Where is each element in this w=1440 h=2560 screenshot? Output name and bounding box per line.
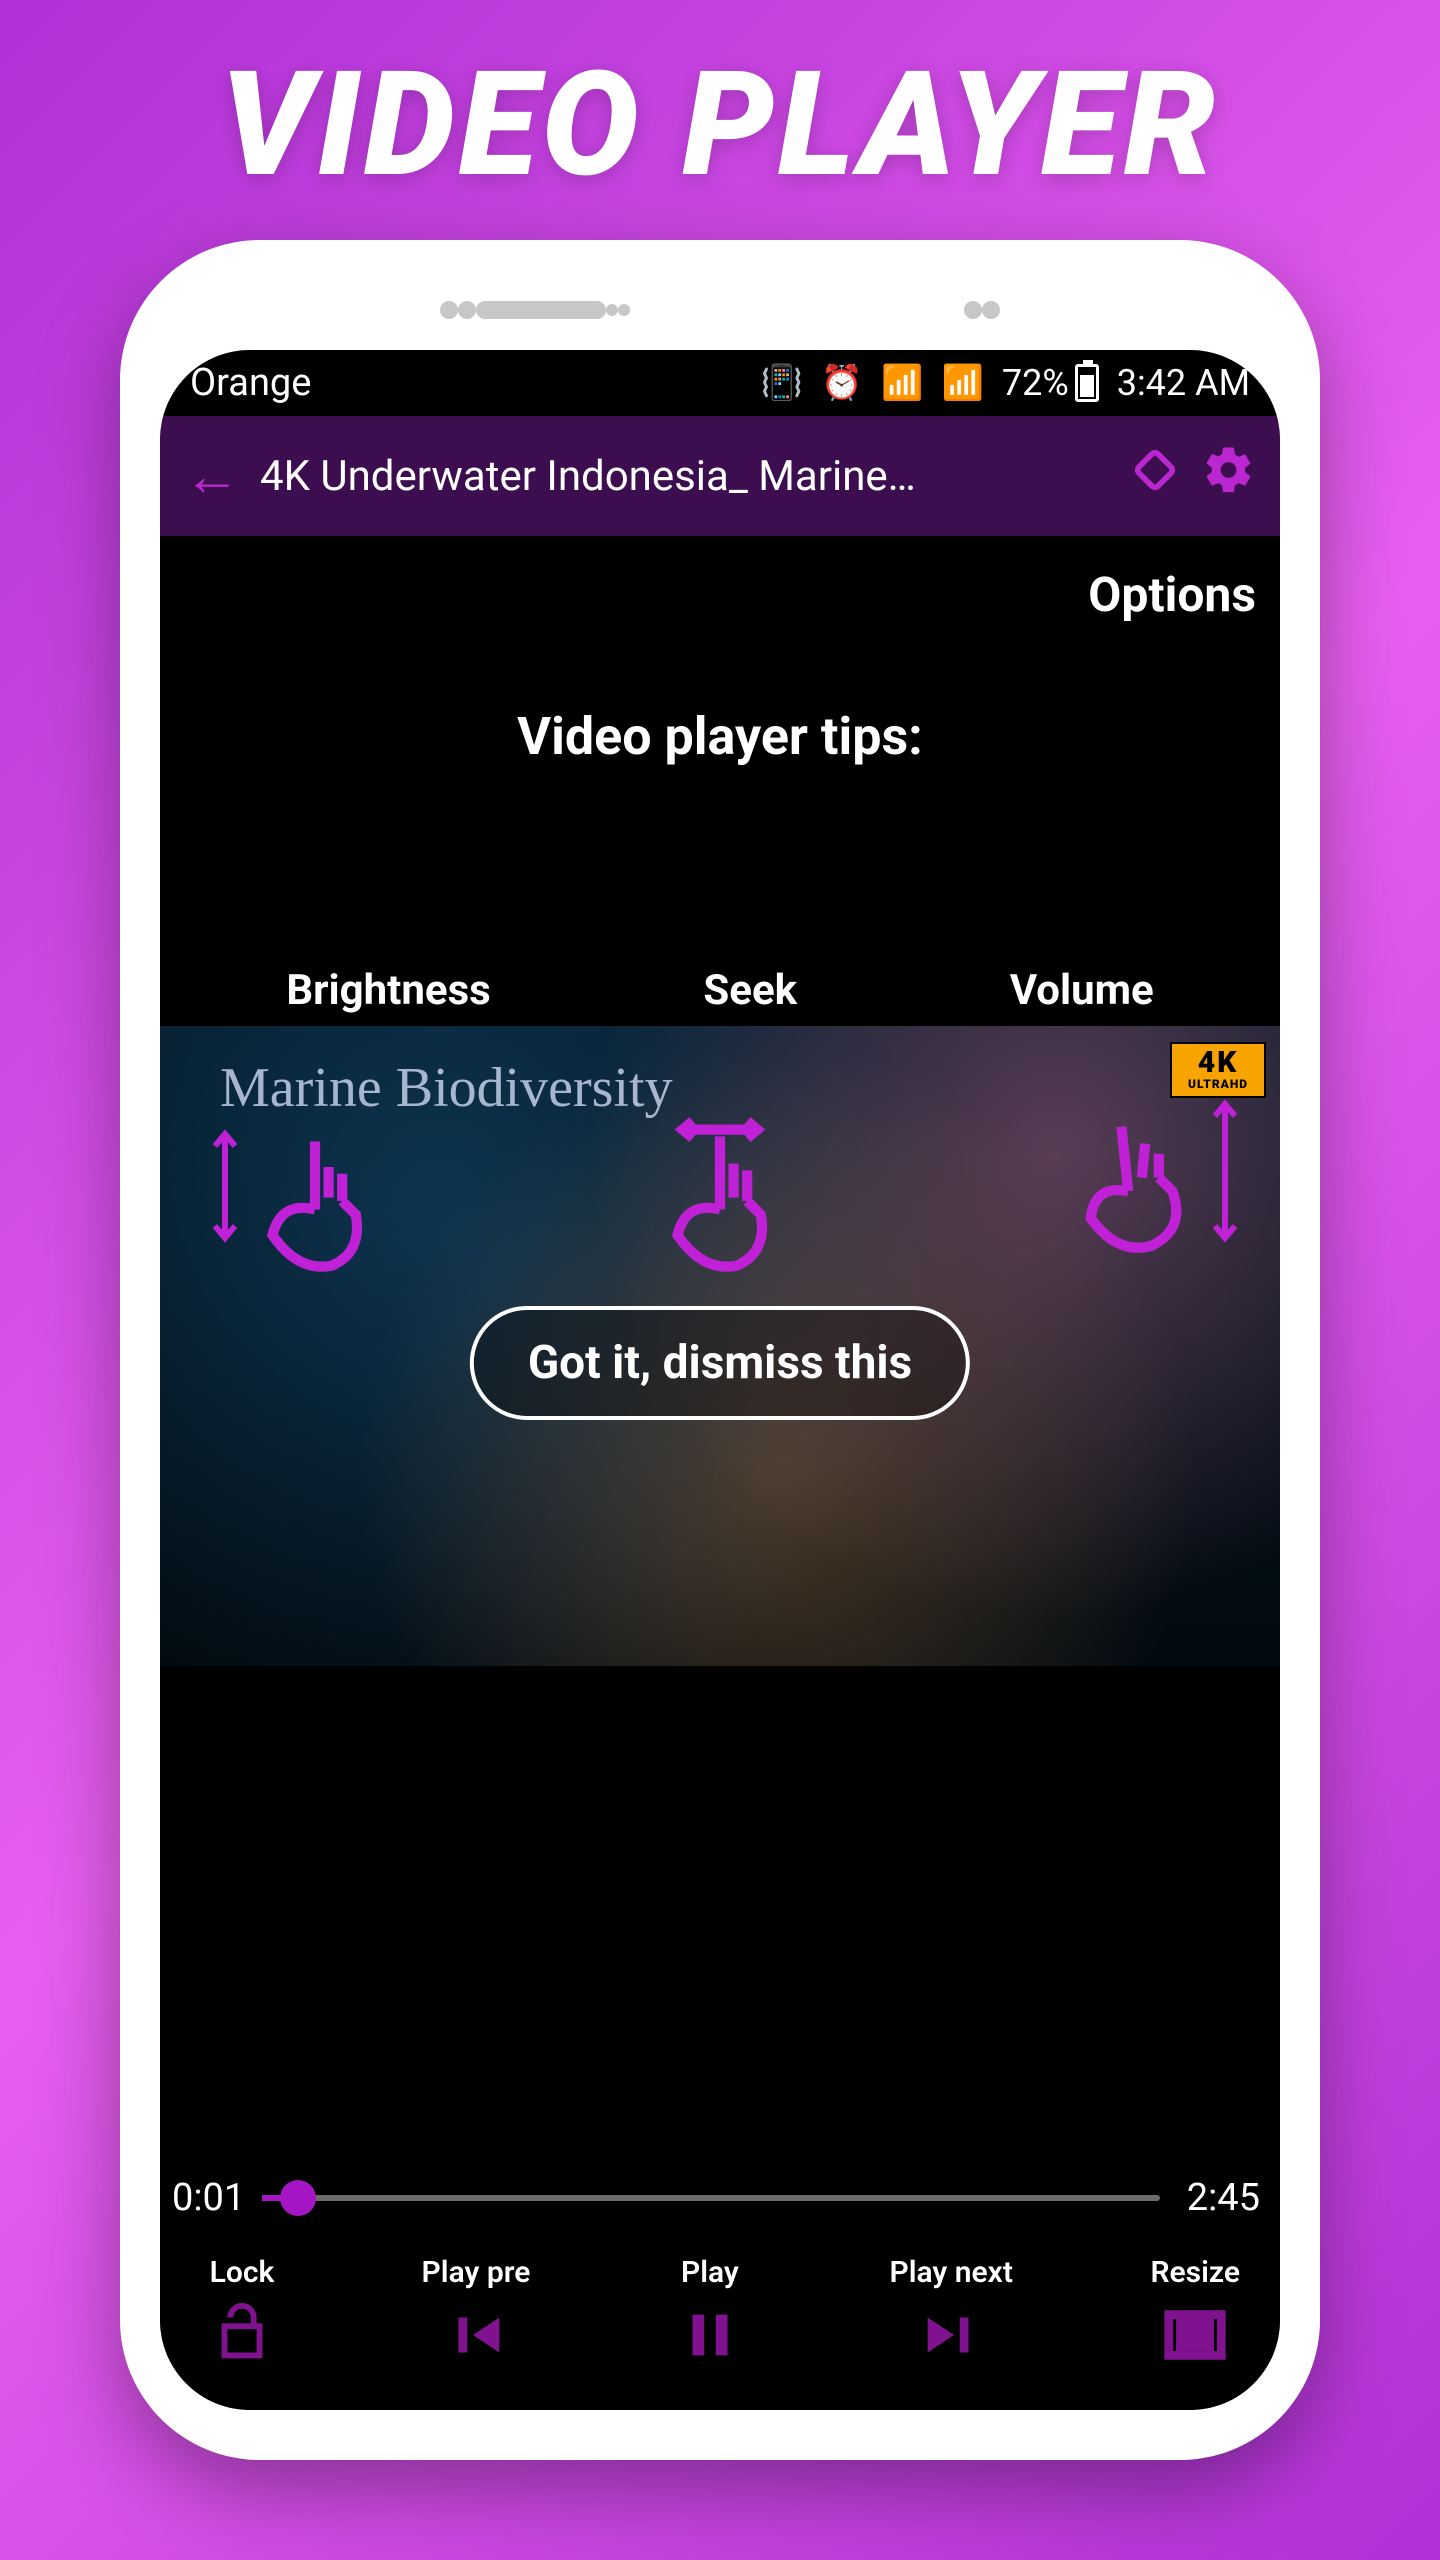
phone-screen: Orange 📳 ⏰ 📶 📶 72% 3:42 AM ← 4K Underwat… bbox=[160, 350, 1280, 2410]
resize-icon bbox=[1153, 2300, 1237, 2374]
video-caption-overlay: Marine Biodiversity bbox=[220, 1056, 673, 1120]
signal-icon: 📶 bbox=[942, 363, 984, 403]
play-pause-button[interactable]: Play bbox=[668, 2255, 752, 2374]
skip-next-icon bbox=[909, 2300, 993, 2374]
duration: 2:45 bbox=[1160, 2176, 1260, 2220]
badge-4k: 4K ULTRAHD bbox=[1170, 1042, 1266, 1098]
lock-open-icon bbox=[200, 2300, 284, 2374]
playback-controls: Lock Play pre Play bbox=[200, 2255, 1240, 2374]
gesture-brightness-label: Brightness bbox=[286, 966, 490, 1015]
phone-speaker bbox=[440, 290, 1000, 330]
settings-button[interactable] bbox=[1202, 443, 1256, 509]
player-content: Options Video player tips: Brightness Se… bbox=[160, 536, 1280, 2410]
current-time: 0:01 bbox=[172, 2176, 262, 2220]
battery-icon bbox=[1075, 364, 1099, 402]
gesture-seek-label: Seek bbox=[703, 966, 797, 1015]
lock-button[interactable]: Lock bbox=[200, 2255, 284, 2374]
battery-pct: 72% bbox=[1002, 362, 1069, 404]
gesture-volume-label: Volume bbox=[1010, 966, 1154, 1015]
options-button[interactable]: Options bbox=[1088, 566, 1256, 623]
hand-gesture-icon bbox=[1050, 1096, 1220, 1266]
play-previous-button[interactable]: Play pre bbox=[422, 2255, 531, 2374]
seek-bar[interactable]: 0:01 2:45 bbox=[172, 2176, 1260, 2220]
resize-button[interactable]: Resize bbox=[1150, 2255, 1240, 2374]
seek-thumb[interactable] bbox=[280, 2180, 316, 2216]
back-button[interactable]: ← bbox=[184, 448, 240, 504]
app-bar: ← 4K Underwater Indonesia_ Marine… bbox=[160, 416, 1280, 536]
pause-icon bbox=[668, 2300, 752, 2374]
phone-frame: Orange 📳 ⏰ 📶 📶 72% 3:42 AM ← 4K Underwat… bbox=[120, 240, 1320, 2460]
dismiss-button[interactable]: Got it, dismiss this bbox=[470, 1306, 970, 1420]
clock-label: 3:42 AM bbox=[1117, 362, 1250, 404]
vibrate-icon: 📳 bbox=[761, 363, 803, 403]
play-next-button[interactable]: Play next bbox=[889, 2255, 1012, 2374]
hand-gesture-icon bbox=[635, 1116, 805, 1286]
carrier-label: Orange bbox=[190, 361, 311, 405]
gesture-labels: Brightness Seek Volume bbox=[160, 966, 1280, 1015]
rotate-icon[interactable] bbox=[1128, 443, 1182, 509]
seek-track[interactable] bbox=[262, 2195, 1160, 2201]
skip-previous-icon bbox=[434, 2300, 518, 2374]
status-bar: Orange 📳 ⏰ 📶 📶 72% 3:42 AM bbox=[160, 350, 1280, 416]
video-title: 4K Underwater Indonesia_ Marine… bbox=[260, 452, 1108, 501]
tips-title: Video player tips: bbox=[160, 706, 1280, 767]
hand-gesture-icon bbox=[230, 1116, 400, 1286]
promo-title: VIDEO PLAYER bbox=[220, 40, 1219, 210]
wifi-icon: 📶 bbox=[881, 363, 923, 403]
battery-indicator: 72% bbox=[1002, 362, 1099, 404]
alarm-icon: ⏰ bbox=[821, 363, 863, 403]
